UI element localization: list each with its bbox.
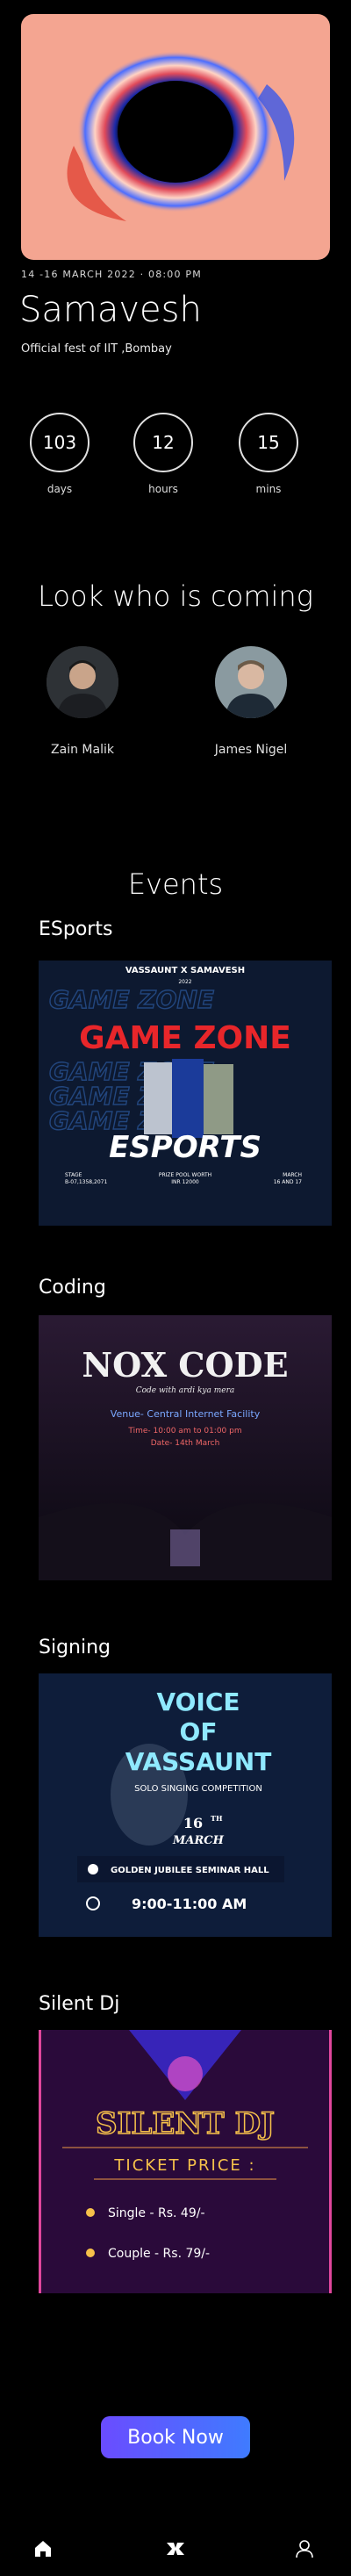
poster-info: B-07,1358,2071 bbox=[65, 1179, 107, 1185]
poster-date: Date- 14th March bbox=[151, 1439, 220, 1448]
book-now-button[interactable]: Book Now bbox=[101, 2416, 250, 2458]
poster-signing[interactable]: VOICE OF VASSAUNT SOLO SINGING COMPETITI… bbox=[39, 1673, 332, 1937]
poster-month: MARCH bbox=[172, 1834, 225, 1847]
countdown-ring: 103 bbox=[30, 413, 90, 472]
category-coding: Coding bbox=[39, 1277, 106, 1299]
poster-price-single: Single - Rs. 49/- bbox=[108, 2206, 205, 2220]
poster-sub: SOLO SINGING COMPETITION bbox=[134, 1784, 262, 1794]
poster-year: 2022 bbox=[178, 979, 191, 985]
poster-info: 16 AND 17 bbox=[274, 1179, 302, 1185]
poster-coding[interactable]: NOX CODE Code with ardi kya mera Venue- … bbox=[39, 1315, 332, 1580]
category-silent-dj: Silent Dj bbox=[39, 1993, 120, 2015]
poster-time: Time- 10:00 am to 01:00 pm bbox=[127, 1427, 241, 1436]
countdown-label: days bbox=[47, 483, 73, 495]
event-title: Samavesh bbox=[19, 290, 202, 330]
countdown-mins: 15 mins bbox=[237, 413, 300, 495]
poster-day: 16 bbox=[183, 1815, 203, 1831]
poster-info: INR 12000 bbox=[171, 1179, 199, 1185]
poster-day-suffix: TH bbox=[211, 1814, 223, 1823]
countdown-ring: 15 bbox=[239, 413, 298, 472]
avatar bbox=[47, 646, 118, 718]
hero-image bbox=[21, 14, 330, 260]
poster-venue: GOLDEN JUBILEE SEMINAR HALL bbox=[111, 1866, 269, 1875]
poster-line: OF bbox=[180, 1717, 218, 1746]
poster-info: MARCH bbox=[283, 1172, 302, 1178]
poster-info: PRIZE POOL WORTH bbox=[159, 1172, 211, 1178]
poster-headline: SILENT DJ bbox=[96, 2106, 275, 2141]
poster-venue: Venue- Central Internet Facility bbox=[111, 1408, 261, 1420]
poster-sub: ESPORTS bbox=[109, 1130, 261, 1165]
poster-esports[interactable]: VASSAUNT X SAMAVESH 2022 GAME ZONE GAME … bbox=[39, 961, 332, 1226]
poster-tagline: Code with ardi kya mera bbox=[136, 1386, 235, 1395]
events-heading: Events bbox=[127, 867, 224, 901]
event-subtitle: Official fest of IIT ,Bombay bbox=[21, 342, 172, 356]
event-date: 14 -16 MARCH 2022 · 08:00 PM bbox=[21, 269, 202, 280]
guest-card[interactable]: James Nigel bbox=[198, 646, 304, 757]
guest-name: Zain Malik bbox=[51, 743, 114, 757]
poster-bg-text: GAME ZONE bbox=[49, 985, 214, 1014]
countdown-ring: 12 bbox=[133, 413, 193, 472]
poster-banner: VASSAUNT X SAMAVESH bbox=[125, 966, 245, 975]
category-esports: ESports bbox=[39, 918, 113, 940]
countdown-label: hours bbox=[148, 483, 178, 495]
poster-line: VASSAUNT bbox=[125, 1747, 272, 1776]
poster-headline: NOX CODE bbox=[82, 1345, 288, 1385]
avatar bbox=[215, 646, 287, 718]
guests-heading: Look who is coming bbox=[38, 579, 313, 613]
profile-icon[interactable] bbox=[295, 2539, 318, 2562]
poster-info: STAGE bbox=[65, 1172, 82, 1178]
poster-headline: GAME ZONE bbox=[79, 1020, 291, 1056]
poster-price-couple: Couple - Rs. 79/- bbox=[108, 2247, 210, 2261]
poster-price-title: TICKET PRICE : bbox=[113, 2156, 255, 2175]
poster-time: 9:00-11:00 AM bbox=[132, 1896, 247, 1912]
guest-card[interactable]: Zain Malik bbox=[30, 646, 135, 757]
home-icon[interactable] bbox=[33, 2539, 56, 2562]
poster-silent-dj[interactable]: SILENT DJ TICKET PRICE : Single - Rs. 49… bbox=[39, 2030, 332, 2293]
countdown-hours: 12 hours bbox=[132, 413, 195, 495]
guest-name: James Nigel bbox=[214, 743, 288, 757]
poster-line: VOICE bbox=[156, 1687, 240, 1716]
bottom-nav bbox=[0, 2527, 351, 2576]
category-signing: Signing bbox=[39, 1637, 111, 1659]
countdown-label: mins bbox=[255, 483, 282, 495]
countdown-days: 103 days bbox=[28, 413, 91, 495]
logo-icon[interactable] bbox=[165, 2539, 188, 2562]
